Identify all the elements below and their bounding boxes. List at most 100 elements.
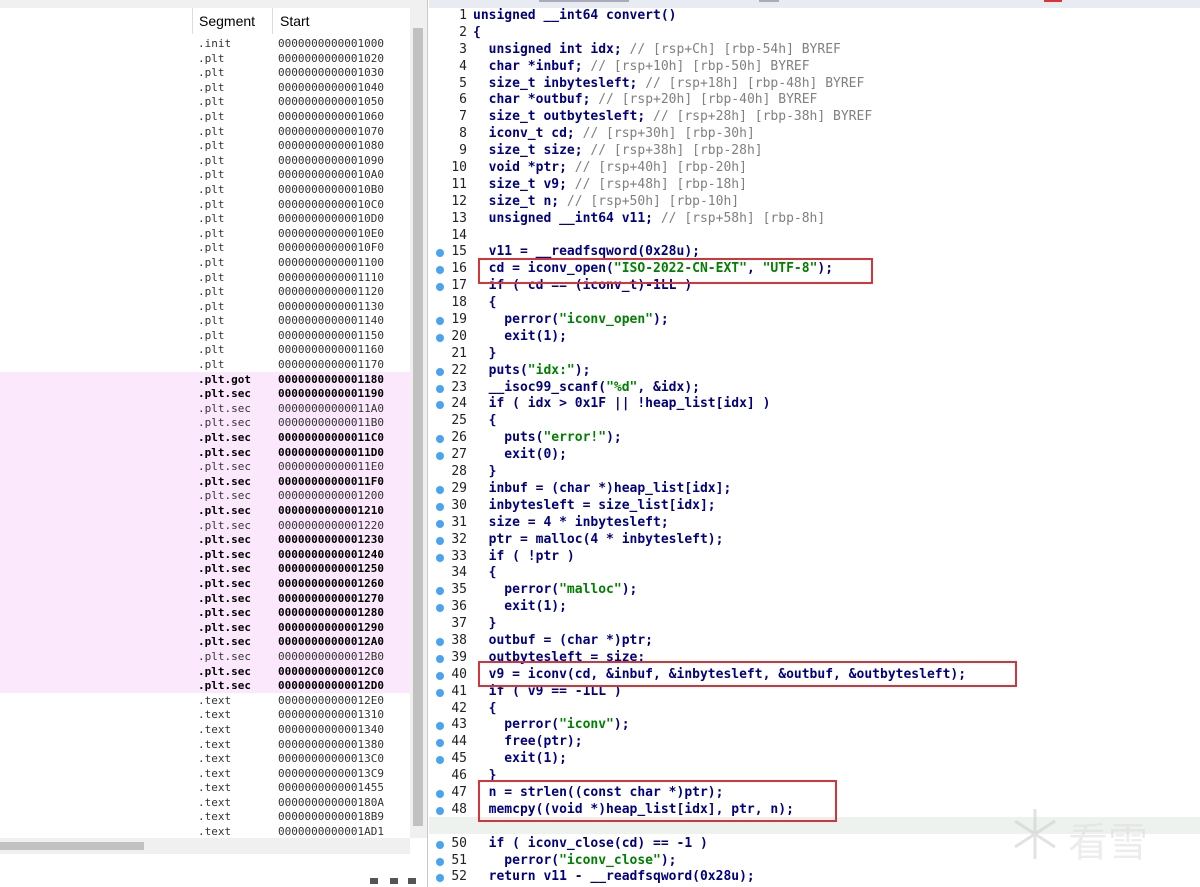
code-line[interactable]: 7 size_t outbytesleft; // [rsp+28h] [rbp… [429, 109, 1200, 126]
table-row[interactable]: .plt.sec 00000000000012A0 [0, 634, 410, 649]
code-line[interactable]: 25 { [429, 413, 1200, 430]
code-line[interactable]: 38 outbuf = (char *)ptr; [429, 633, 1200, 650]
code-line[interactable]: 52 return v11 - __readfsqword(0x28u); [429, 869, 1200, 886]
code-text[interactable]: if ( idx > 0x1F || !heap_list[idx] ) [473, 396, 771, 411]
code-line[interactable]: 42 { [429, 701, 1200, 718]
table-row[interactable]: .plt 00000000000010B0 [0, 182, 410, 197]
code-text[interactable]: char *outbuf; // [rsp+20h] [rbp-40h] BYR… [473, 92, 818, 107]
code-text[interactable]: exit(1); [473, 599, 567, 614]
table-row[interactable]: .text 0000000000001310 [0, 707, 410, 722]
table-row[interactable]: .plt 00000000000010E0 [0, 226, 410, 241]
table-row[interactable]: .plt.sec 00000000000011A0 [0, 400, 410, 416]
code-text[interactable]: { [473, 413, 497, 428]
code-text[interactable]: perror("iconv_close"); [473, 853, 676, 868]
code-line[interactable]: 14 [429, 228, 1200, 245]
code-text[interactable]: if ( iconv_close(cd) == -1 ) [473, 836, 708, 851]
code-line[interactable]: 13 unsigned __int64 v11; // [rsp+58h] [r… [429, 211, 1200, 228]
code-text[interactable]: } [473, 464, 497, 479]
code-text[interactable]: { [473, 295, 497, 310]
table-row[interactable]: .plt 0000000000001100 [0, 255, 410, 270]
code-line[interactable]: 5 size_t inbytesleft; // [rsp+18h] [rbp-… [429, 76, 1200, 93]
code-line[interactable]: 18 { [429, 295, 1200, 312]
code-text[interactable]: if ( !ptr ) [473, 549, 575, 564]
code-text[interactable]: } [473, 346, 497, 361]
code-text[interactable]: { [473, 565, 497, 580]
code-line[interactable]: 22 puts("idx:"); [429, 363, 1200, 380]
code-text[interactable]: outbuf = (char *)ptr; [473, 633, 653, 648]
table-row[interactable]: .plt.sec 0000000000001200 [0, 488, 410, 503]
code-text[interactable]: exit(1); [473, 751, 567, 766]
table-row[interactable]: .text 0000000000001340 [0, 722, 410, 737]
code-text[interactable]: size_t inbytesleft; // [rsp+18h] [rbp-48… [473, 76, 865, 91]
table-row[interactable]: .plt.sec 0000000000001190 [0, 386, 410, 401]
code-line[interactable]: 44 free(ptr); [429, 734, 1200, 751]
table-row[interactable]: .plt.sec 0000000000001240 [0, 546, 410, 562]
scrollbar-thumb[interactable] [0, 842, 144, 850]
code-line[interactable]: 12 size_t n; // [rsp+50h] [rbp-10h] [429, 194, 1200, 211]
code-text[interactable]: size_t outbytesleft; // [rsp+28h] [rbp-3… [473, 109, 873, 124]
table-row[interactable]: .plt.sec 00000000000011D0 [0, 444, 410, 460]
code-line[interactable]: 29 inbuf = (char *)heap_list[idx]; [429, 481, 1200, 498]
code-line[interactable]: 9 size_t size; // [rsp+38h] [rbp-28h] [429, 143, 1200, 160]
table-row[interactable]: .init 0000000000001000 [0, 36, 410, 51]
table-row[interactable]: .plt 0000000000001140 [0, 313, 410, 328]
table-row[interactable]: .plt 0000000000001050 [0, 94, 410, 109]
code-line[interactable]: 2{ [429, 25, 1200, 42]
table-row[interactable]: .plt 0000000000001090 [0, 153, 410, 168]
code-text[interactable]: iconv_t cd; // [rsp+30h] [rbp-30h] [473, 126, 755, 141]
code-text[interactable]: unsigned __int64 convert() [473, 8, 677, 23]
column-divider[interactable] [192, 8, 193, 34]
table-row[interactable]: .plt 0000000000001150 [0, 328, 410, 343]
table-row[interactable]: .plt.sec 00000000000011C0 [0, 430, 410, 445]
code-line[interactable]: 36 exit(1); [429, 599, 1200, 616]
table-row[interactable]: .text 00000000000013C9 [0, 766, 410, 781]
table-row[interactable]: .plt 0000000000001130 [0, 299, 410, 314]
code-line[interactable]: 3 unsigned int idx; // [rsp+Ch] [rbp-54h… [429, 42, 1200, 59]
code-line[interactable]: 11 size_t v9; // [rsp+48h] [rbp-18h] [429, 177, 1200, 194]
vertical-scrollbar[interactable] [410, 0, 427, 838]
table-row[interactable]: .plt.sec 0000000000001280 [0, 605, 410, 620]
table-row[interactable]: .plt.sec 0000000000001230 [0, 532, 410, 547]
code-line[interactable]: 19 perror("iconv_open"); [429, 312, 1200, 329]
scrollbar-thumb[interactable] [413, 28, 423, 826]
resize-grip-icon[interactable] [370, 878, 378, 884]
code-text[interactable]: return v11 - __readfsqword(0x28u); [473, 869, 755, 884]
table-row[interactable]: .plt 00000000000010A0 [0, 167, 410, 182]
table-row[interactable]: .text 000000000000180A [0, 795, 410, 810]
table-row[interactable]: .text 0000000000001AD1 [0, 824, 410, 839]
code-text[interactable]: inbytesleft = size_list[idx]; [473, 498, 716, 513]
code-line[interactable]: 31 size = 4 * inbytesleft; [429, 515, 1200, 532]
code-line[interactable]: 24 if ( idx > 0x1F || !heap_list[idx] ) [429, 396, 1200, 413]
code-line[interactable]: 27 exit(0); [429, 447, 1200, 464]
code-line[interactable]: 32 ptr = malloc(4 * inbytesleft); [429, 532, 1200, 549]
table-row[interactable]: .plt.sec 0000000000001260 [0, 575, 410, 591]
code-text[interactable]: perror("malloc"); [473, 582, 637, 597]
code-text[interactable]: inbuf = (char *)heap_list[idx]; [473, 481, 732, 496]
code-line[interactable]: 37 } [429, 616, 1200, 633]
table-row[interactable]: .plt 0000000000001030 [0, 65, 410, 80]
table-row[interactable]: .text 00000000000013C0 [0, 751, 410, 766]
code-line[interactable]: 1 unsigned __int64 convert() [429, 8, 1200, 25]
code-text[interactable]: __isoc99_scanf("%d", &idx); [473, 380, 700, 395]
table-row[interactable]: .plt 0000000000001110 [0, 270, 410, 285]
tab-close-icon[interactable] [759, 0, 779, 2]
resize-grip-icon[interactable] [390, 878, 398, 884]
code-line[interactable]: 6 char *outbuf; // [rsp+20h] [rbp-40h] B… [429, 92, 1200, 109]
code-line[interactable]: 45 exit(1); [429, 751, 1200, 768]
code-line[interactable]: 35 perror("malloc"); [429, 582, 1200, 599]
table-row[interactable]: .plt 0000000000001120 [0, 284, 410, 299]
table-row[interactable]: .plt.sec 0000000000001250 [0, 561, 410, 576]
table-row[interactable]: .text 00000000000012E0 [0, 693, 410, 708]
code-line[interactable]: 23 __isoc99_scanf("%d", &idx); [429, 380, 1200, 397]
code-text[interactable]: ptr = malloc(4 * inbytesleft); [473, 532, 724, 547]
code-line[interactable]: 43 perror("iconv"); [429, 717, 1200, 734]
code-line[interactable]: 34 { [429, 565, 1200, 582]
table-row[interactable]: .plt.sec 00000000000012D0 [0, 678, 410, 693]
code-text[interactable]: } [473, 616, 497, 631]
code-text[interactable]: perror("iconv_open"); [473, 312, 668, 327]
code-text[interactable]: { [473, 25, 481, 40]
code-line[interactable]: 4 char *inbuf; // [rsp+10h] [rbp-50h] BY… [429, 59, 1200, 76]
code-text[interactable]: { [473, 701, 497, 716]
table-row[interactable]: .plt.sec 00000000000012B0 [0, 648, 410, 664]
table-row[interactable]: .plt.sec 0000000000001210 [0, 503, 410, 518]
